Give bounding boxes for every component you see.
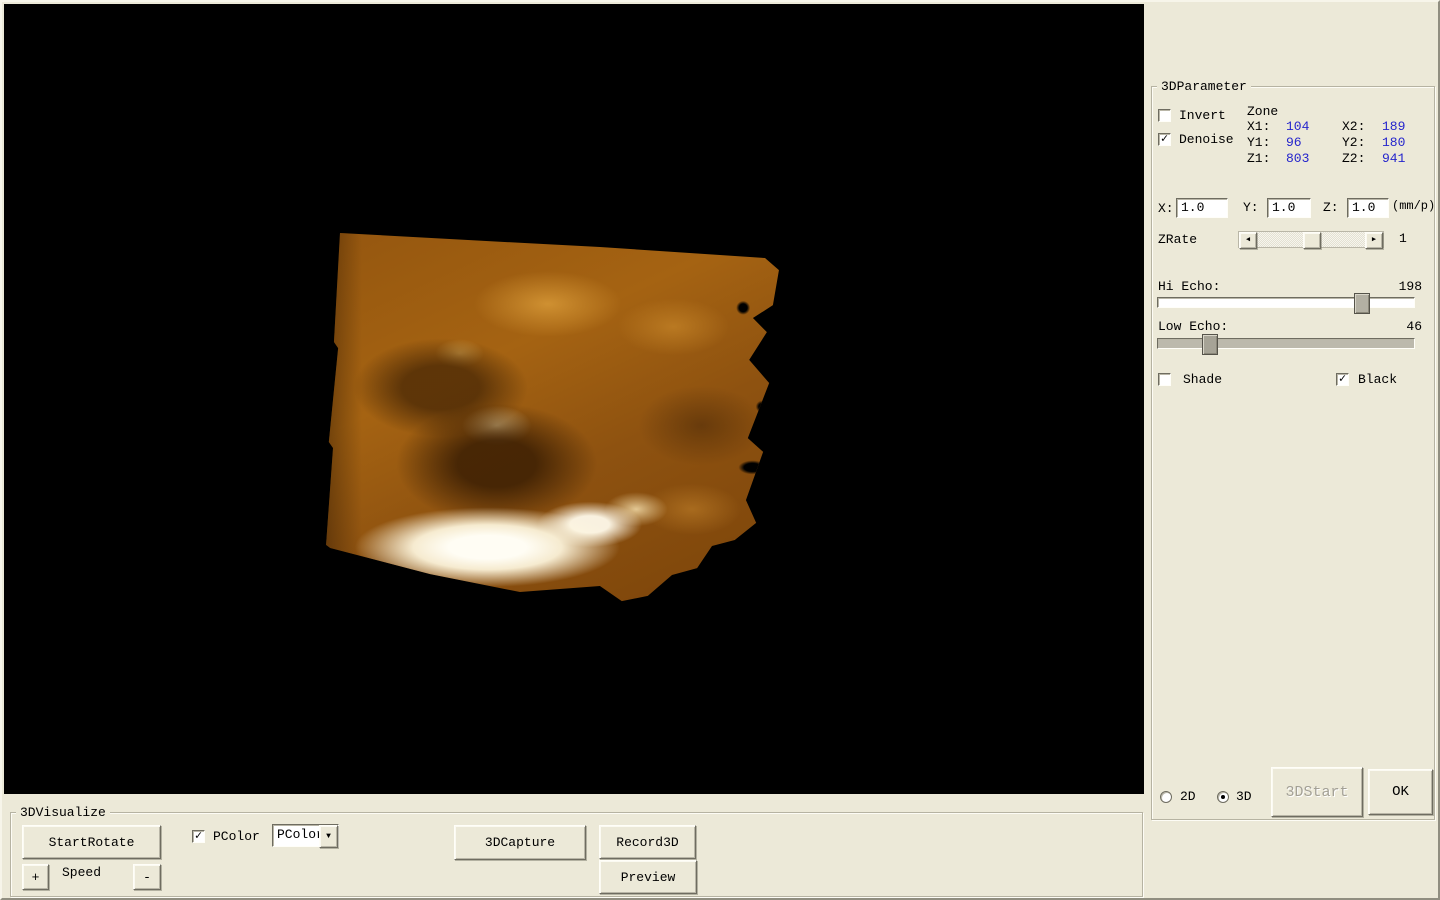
3dcapture-button[interactable]: 3DCapture xyxy=(454,825,586,860)
low-echo-label: Low Echo: xyxy=(1158,319,1229,334)
pcolor-dropdown-button[interactable]: ▼ xyxy=(319,825,338,848)
zone-y1-label: Y1: xyxy=(1247,135,1271,150)
hi-echo-slider-thumb[interactable] xyxy=(1354,293,1370,314)
parameter-group-title: 3DParameter xyxy=(1157,79,1251,94)
shade-label: Shade xyxy=(1183,372,1223,387)
speed-minus-button[interactable]: - xyxy=(133,864,161,890)
invert-label: Invert xyxy=(1179,108,1226,123)
preview-label: Preview xyxy=(620,869,676,885)
zone-y2-value: 180 xyxy=(1382,135,1406,150)
visualize-group-title: 3DVisualize xyxy=(16,805,110,820)
zone-z1-label: Z1: xyxy=(1247,151,1271,166)
scale-x-input[interactable]: 1.0 xyxy=(1176,198,1228,218)
start-rotate-button[interactable]: StartRotate xyxy=(22,825,161,859)
low-echo-slider-thumb[interactable] xyxy=(1202,334,1218,355)
render-viewport[interactable] xyxy=(4,4,1144,794)
app-window: 3DParameter Invert Denoise Zone X1: 104 … xyxy=(0,0,1440,900)
low-echo-value: 46 xyxy=(1406,319,1422,334)
3dstart-button-label: 3DStart xyxy=(1285,783,1349,801)
ok-button-label: OK xyxy=(1392,784,1409,800)
invert-checkbox[interactable] xyxy=(1158,109,1171,122)
zone-z2-label: Z2: xyxy=(1342,151,1366,166)
hi-echo-slider-track[interactable] xyxy=(1157,297,1415,308)
zrate-label: ZRate xyxy=(1158,232,1198,247)
scale-z-value: 1.0 xyxy=(1352,200,1376,215)
ok-button[interactable]: OK xyxy=(1368,769,1433,815)
scale-x-value: 1.0 xyxy=(1181,200,1205,215)
pcolor-dropdown[interactable]: PColor ▼ xyxy=(272,824,339,848)
black-checkbox[interactable] xyxy=(1336,373,1349,386)
zone-title: Zone xyxy=(1247,104,1279,119)
zone-z1-value: 803 xyxy=(1286,151,1310,166)
plus-icon: + xyxy=(31,869,40,885)
zone-x1-label: X1: xyxy=(1247,119,1271,134)
pcolor-checkbox[interactable] xyxy=(192,830,205,843)
zrate-right-arrow-button[interactable]: ▶ xyxy=(1365,232,1383,249)
zone-x1-value: 104 xyxy=(1286,119,1310,134)
pcolor-label: PColor xyxy=(213,829,260,844)
mode-3d-label: 3D xyxy=(1236,789,1252,804)
mode-2d-radio[interactable] xyxy=(1160,791,1172,803)
zrate-scrollbar[interactable]: ◀ ▶ xyxy=(1238,231,1384,249)
scale-x-label: X: xyxy=(1158,201,1174,216)
mode-3d-radio[interactable] xyxy=(1217,791,1229,803)
shade-checkbox[interactable] xyxy=(1158,373,1171,386)
check-icon xyxy=(1339,374,1346,384)
scale-y-input[interactable]: 1.0 xyxy=(1267,198,1311,218)
mode-2d-label: 2D xyxy=(1180,789,1196,804)
denoise-checkbox[interactable] xyxy=(1158,133,1171,146)
3dcapture-label: 3DCapture xyxy=(484,835,556,850)
arrow-left-icon: ◀ xyxy=(1245,236,1251,244)
scale-y-label: Y: xyxy=(1243,200,1259,215)
arrow-right-icon: ▶ xyxy=(1371,236,1377,244)
record3d-button[interactable]: Record3D xyxy=(599,825,696,859)
zone-z2-value: 941 xyxy=(1382,151,1406,166)
zrate-thumb[interactable] xyxy=(1303,232,1321,249)
parameter-groupbox: 3DParameter xyxy=(1151,79,1435,820)
zone-x2-label: X2: xyxy=(1342,119,1366,134)
hi-echo-value: 198 xyxy=(1398,279,1422,294)
low-echo-slider-track[interactable] xyxy=(1157,338,1415,349)
zrate-left-arrow-button[interactable]: ◀ xyxy=(1239,232,1257,249)
3dstart-button[interactable]: 3DStart xyxy=(1271,767,1363,817)
zone-x2-value: 189 xyxy=(1382,119,1406,134)
speed-plus-button[interactable]: + xyxy=(22,864,49,890)
check-icon xyxy=(1161,134,1168,144)
scale-z-input[interactable]: 1.0 xyxy=(1347,198,1389,218)
speed-label: Speed xyxy=(62,865,102,880)
pcolor-dropdown-value: PColor xyxy=(277,827,324,842)
scale-z-label: Z: xyxy=(1323,200,1339,215)
record3d-label: Record3D xyxy=(616,834,679,850)
zone-y1-value: 96 xyxy=(1286,135,1302,150)
denoise-label: Denoise xyxy=(1179,132,1234,147)
black-label: Black xyxy=(1358,372,1398,387)
scale-unit-label: (mm/p) xyxy=(1392,199,1436,213)
start-rotate-label: StartRotate xyxy=(48,834,135,850)
minus-icon: - xyxy=(143,869,151,885)
zrate-value: 1 xyxy=(1399,231,1407,246)
ultrasound-volume-render[interactable] xyxy=(326,232,779,602)
zone-y2-label: Y2: xyxy=(1342,135,1366,150)
preview-button[interactable]: Preview xyxy=(599,860,697,894)
scale-y-value: 1.0 xyxy=(1272,200,1296,215)
check-icon xyxy=(195,831,202,841)
hi-echo-label: Hi Echo: xyxy=(1158,279,1221,294)
chevron-down-icon: ▼ xyxy=(326,831,331,841)
